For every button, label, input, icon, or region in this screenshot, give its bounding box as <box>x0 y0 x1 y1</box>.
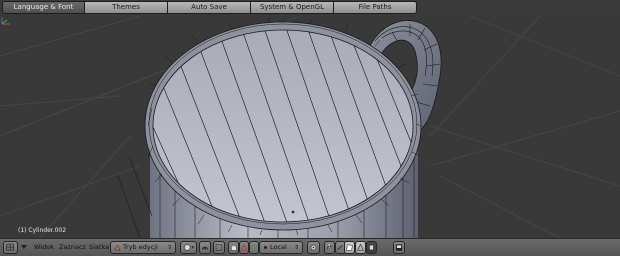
mug-mesh-render <box>0 16 620 238</box>
editor-type-button[interactable] <box>3 241 18 254</box>
render-icon <box>395 244 403 251</box>
triangle-manipulator-icon <box>240 243 248 251</box>
preferences-tabs: Language & Font Themes Auto Save System … <box>2 1 417 14</box>
manipulator-toggle-button[interactable] <box>213 241 225 254</box>
mode-select[interactable]: Tryb edycji ⇕ <box>110 241 176 254</box>
3d-cursor-dot <box>291 210 295 214</box>
axis-gizmo-icon <box>1 17 10 25</box>
cube-icon <box>369 244 374 251</box>
manipulator-icon <box>215 244 223 251</box>
orientation-icon <box>264 246 267 249</box>
pivot-point-button[interactable] <box>199 241 211 254</box>
rotate-manipulator-button[interactable] <box>239 241 249 254</box>
menu-mesh[interactable]: Siatka <box>89 243 109 252</box>
tab-file-paths[interactable]: File Paths <box>334 1 417 14</box>
occlude-geometry-button[interactable] <box>355 241 366 254</box>
menu-view[interactable]: Widok <box>34 243 54 252</box>
collapse-menus-icon[interactable] <box>20 242 28 252</box>
3d-viewport[interactable]: (1) Cylinder.002 <box>0 16 620 238</box>
orientation-arrow-icon: ⇕ <box>293 244 299 251</box>
solid-shading-icon <box>184 244 194 251</box>
render-button[interactable] <box>393 241 405 254</box>
tab-auto-save[interactable]: Auto Save <box>168 1 251 14</box>
vertex-select-button[interactable] <box>324 241 335 254</box>
face-select-icon <box>346 244 353 251</box>
active-object-label: (1) Cylinder.002 <box>18 227 67 234</box>
dropdown-arrow-icon: ⇕ <box>166 244 172 251</box>
tab-language-font[interactable]: Language & Font <box>2 1 85 14</box>
translate-manipulator-button[interactable] <box>228 241 239 254</box>
viewport-shading-button[interactable] <box>180 241 197 254</box>
face-select-button[interactable] <box>344 241 355 254</box>
menu-select[interactable]: Zaznacz <box>59 243 86 252</box>
ring-manipulator-icon <box>251 244 257 251</box>
scale-manipulator-button[interactable] <box>249 241 259 254</box>
transform-orientation-select[interactable]: Local ⇕ <box>259 241 303 254</box>
vertex-select-icon <box>326 243 333 250</box>
3d-view-header: Widok Zaznacz Siatka Tryb edycji ⇕ Local… <box>0 238 620 256</box>
pivot-icon <box>202 246 208 250</box>
wire-triangle-icon <box>357 243 364 251</box>
layers-icon <box>310 244 317 251</box>
tab-themes[interactable]: Themes <box>85 1 168 14</box>
tab-system-opengl[interactable]: System & OpenGL <box>251 1 334 14</box>
limit-selection-button[interactable] <box>366 241 377 254</box>
mode-select-label: Tryb edycji <box>123 243 158 251</box>
hand-icon <box>231 243 237 251</box>
mug-cap <box>152 29 414 223</box>
grid-editor-icon <box>6 243 14 251</box>
orientation-label: Local <box>270 243 287 251</box>
preferences-tab-bar: Language & Font Themes Auto Save System … <box>0 0 620 16</box>
layer-button[interactable] <box>307 241 320 254</box>
edit-mode-icon <box>114 244 121 251</box>
